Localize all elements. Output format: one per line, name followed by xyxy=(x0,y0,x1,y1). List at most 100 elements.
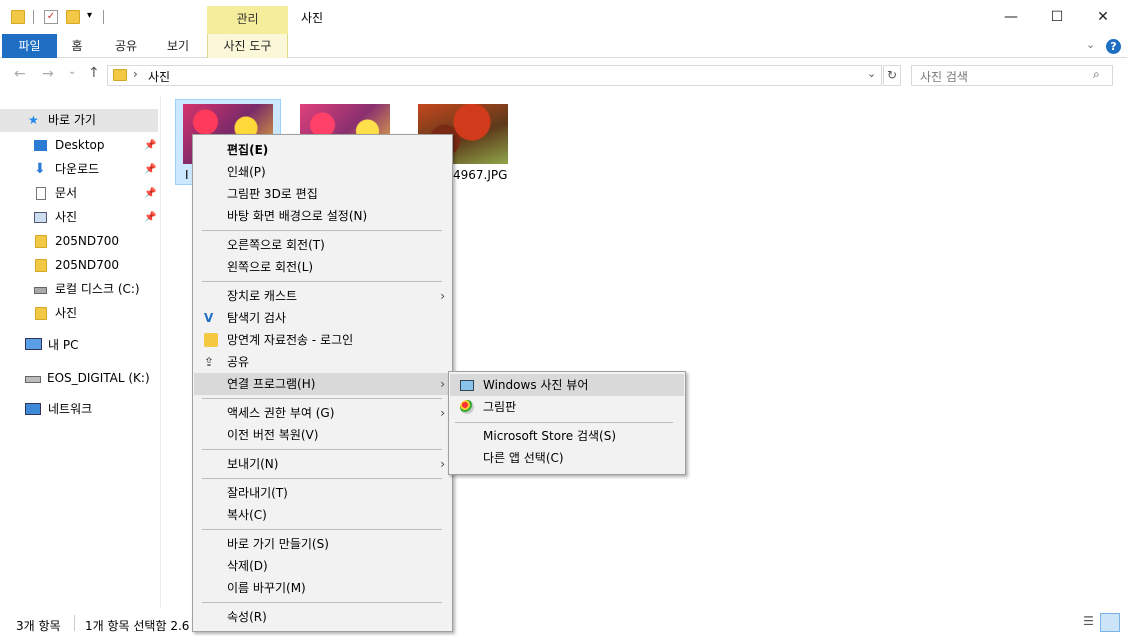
tab-home[interactable]: 홈 xyxy=(62,34,92,58)
expand-ribbon-icon[interactable]: ⌄ xyxy=(1086,38,1095,51)
menu-item-share[interactable]: ⇪ 공유 xyxy=(194,351,451,373)
tab-view[interactable]: 보기 xyxy=(160,34,196,58)
tab-share[interactable]: 공유 xyxy=(108,34,144,58)
sidebar-item-label: 사진 xyxy=(55,306,78,320)
menu-item-delete[interactable]: 삭제(D) xyxy=(194,555,451,577)
details-view-icon[interactable]: ☰ xyxy=(1080,614,1097,631)
breadcrumb-chevron-icon: › xyxy=(133,67,138,81)
sidebar-item-eos[interactable]: EOS_DIGITAL (K:) xyxy=(0,367,158,390)
open-with-submenu: Windows 사진 뷰어 그림판 Microsoft Store 검색(S) … xyxy=(448,371,686,475)
selection-info: 1개 항목 선택함 2.6 xyxy=(85,619,190,633)
sidebar-item-downloads[interactable]: ⬇ 다운로드 📌 xyxy=(0,158,158,181)
address-dropdown-icon[interactable]: ⌄ xyxy=(867,67,876,80)
menu-item-photo-viewer[interactable]: Windows 사진 뷰어 xyxy=(450,374,684,396)
chevron-right-icon: › xyxy=(440,406,445,420)
recent-locations-icon[interactable]: ⌄ xyxy=(68,66,76,77)
menu-item-set-wallpaper[interactable]: 바탕 화면 배경으로 설정(N) xyxy=(194,205,451,227)
pin-icon: 📌 xyxy=(144,140,157,151)
menu-item-rotate-right[interactable]: 오른쪽으로 회전(T) xyxy=(194,234,451,256)
maximize-button[interactable]: ☐ xyxy=(1034,0,1080,34)
sidebar-item-local-disk[interactable]: 로컬 디스크 (C:) xyxy=(0,278,158,301)
menu-item-send-to[interactable]: 보내기(N) › xyxy=(194,453,451,475)
sidebar-item-documents[interactable]: 문서 📌 xyxy=(0,182,158,205)
drive-icon xyxy=(34,287,47,294)
menu-separator xyxy=(202,230,442,231)
menu-item-rename[interactable]: 이름 바꾸기(M) xyxy=(194,577,451,599)
star-icon: ★ xyxy=(28,113,39,127)
pane-divider[interactable] xyxy=(160,96,161,608)
up-icon[interactable]: ↑ xyxy=(88,65,100,81)
sidebar-item-quick-access[interactable]: ★ 바로 가기 xyxy=(0,109,158,132)
sidebar-item-desktop[interactable]: Desktop 📌 xyxy=(0,134,158,157)
breadcrumb[interactable]: 사진 xyxy=(148,68,170,85)
menu-item-give-access[interactable]: 액세스 권한 부여 (G) › xyxy=(194,402,451,424)
minimize-button[interactable]: — xyxy=(988,0,1034,34)
menu-separator xyxy=(202,602,442,603)
pictures-icon xyxy=(34,212,47,223)
chevron-right-icon: › xyxy=(440,377,445,391)
sidebar-item-network[interactable]: 네트워크 xyxy=(0,398,158,421)
menu-item-create-shortcut[interactable]: 바로 가기 만들기(S) xyxy=(194,533,451,555)
menu-separator xyxy=(455,422,673,423)
folder-icon xyxy=(35,307,47,320)
file-name-label[interactable]: 4967.JPG xyxy=(453,168,507,182)
menu-item-netlink[interactable]: 망연계 자료전송 - 로그인 xyxy=(194,329,451,351)
search-placeholder: 사진 검색 xyxy=(920,70,968,84)
new-folder-icon[interactable] xyxy=(66,10,80,24)
customize-qa-icon[interactable]: ▾ xyxy=(87,10,92,21)
search-icon[interactable]: ⌕ xyxy=(1093,67,1100,82)
address-bar[interactable] xyxy=(107,65,882,86)
back-icon[interactable]: ← xyxy=(14,66,26,82)
menu-item-rotate-left[interactable]: 왼쪽으로 회전(L) xyxy=(194,256,451,278)
menu-item-edit[interactable]: 편집(E) xyxy=(194,139,451,161)
context-menu: 편집(E) 인쇄(P) 그림판 3D로 편집 바탕 화면 배경으로 설정(N) … xyxy=(192,134,453,632)
menu-item-restore-versions[interactable]: 이전 버전 복원(V) xyxy=(194,424,451,446)
computer-icon xyxy=(25,338,42,350)
sidebar-item-this-pc[interactable]: 내 PC xyxy=(0,334,158,357)
close-button[interactable]: ✕ xyxy=(1080,0,1126,34)
properties-icon[interactable]: ✓ xyxy=(44,10,58,24)
separator xyxy=(74,615,75,631)
menu-item-store-search[interactable]: Microsoft Store 검색(S) xyxy=(450,425,684,447)
folder-icon xyxy=(35,259,47,272)
menu-separator xyxy=(202,449,442,450)
tab-picture-tools[interactable]: 사진 도구 xyxy=(207,34,288,58)
menu-item-edit-paint3d[interactable]: 그림판 3D로 편집 xyxy=(194,183,451,205)
desktop-icon xyxy=(34,140,47,151)
paint-icon xyxy=(460,400,474,414)
menu-item-scan[interactable]: V 탐색기 검사 xyxy=(194,307,451,329)
menu-item-cast[interactable]: 장치로 캐스트 › xyxy=(194,285,451,307)
sidebar-item-folder[interactable]: 사진 xyxy=(0,302,158,325)
menu-item-open-with[interactable]: 연결 프로그램(H) › xyxy=(194,373,451,395)
refresh-icon[interactable]: ↻ xyxy=(883,65,901,86)
large-icons-view-icon[interactable] xyxy=(1100,613,1120,632)
sidebar-item-pictures[interactable]: 사진 📌 xyxy=(0,206,158,229)
manage-context-tab[interactable]: 관리 xyxy=(207,6,288,34)
sidebar-item-label: 로컬 디스크 (C:) xyxy=(55,282,140,296)
share-icon: ⇪ xyxy=(204,355,215,369)
menu-item-cut[interactable]: 잘라내기(T) xyxy=(194,482,451,504)
photo-viewer-icon xyxy=(460,380,474,391)
pin-icon: 📌 xyxy=(144,164,157,175)
folder-icon xyxy=(35,235,47,248)
sidebar-item-label: 205ND700 xyxy=(55,234,120,248)
separator xyxy=(33,10,34,24)
forward-icon[interactable]: → xyxy=(42,66,54,82)
menu-separator xyxy=(202,398,442,399)
help-icon[interactable]: ? xyxy=(1106,39,1121,54)
menu-item-properties[interactable]: 속성(R) xyxy=(194,606,451,628)
menu-item-paint[interactable]: 그림판 xyxy=(450,396,684,418)
menu-item-copy[interactable]: 복사(C) xyxy=(194,504,451,526)
sidebar-item-folder[interactable]: 205ND700 xyxy=(0,254,158,277)
menu-item-choose-app[interactable]: 다른 앱 선택(C) xyxy=(450,447,684,469)
chevron-right-icon: › xyxy=(440,289,445,303)
menu-separator xyxy=(202,529,442,530)
menu-item-print[interactable]: 인쇄(P) xyxy=(194,161,451,183)
sidebar-item-label: 문서 xyxy=(55,186,78,200)
network-icon xyxy=(25,403,41,415)
chevron-right-icon: › xyxy=(440,457,445,471)
file-name-label[interactable]: I xyxy=(185,168,189,182)
sidebar-item-label: 다운로드 xyxy=(55,162,100,176)
sidebar-item-folder[interactable]: 205ND700 xyxy=(0,230,158,253)
tab-file[interactable]: 파일 xyxy=(2,34,57,58)
